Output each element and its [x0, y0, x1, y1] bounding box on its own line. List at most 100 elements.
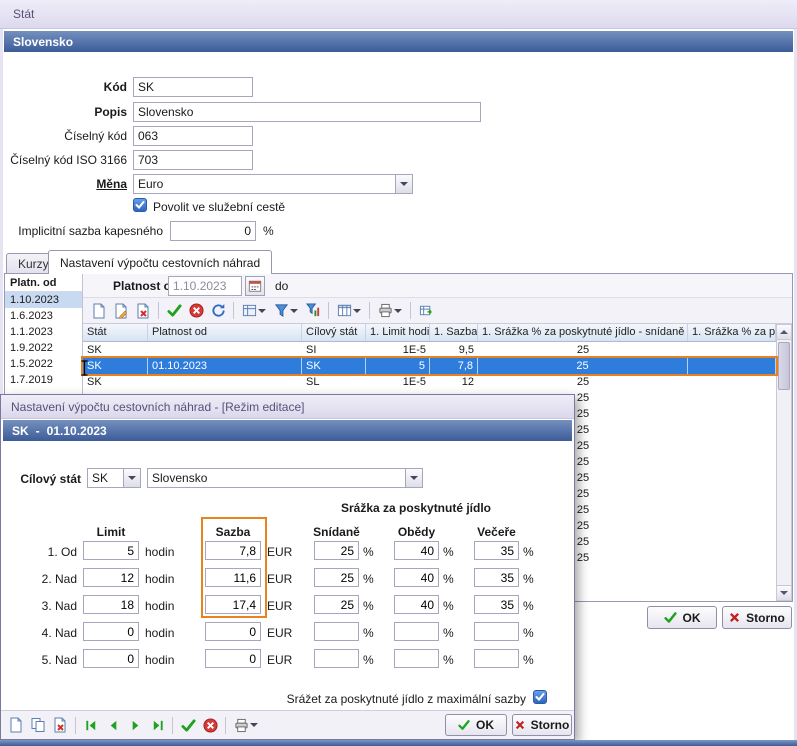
limit-hours-input[interactable]	[83, 595, 139, 614]
kapesne-input[interactable]	[170, 221, 256, 241]
hours-unit: hodin	[145, 599, 174, 613]
cilovy-stat-name-combo[interactable]: Slovensko	[147, 468, 423, 488]
dinner-input[interactable]	[474, 568, 519, 587]
filter-chart-button[interactable]	[302, 300, 324, 322]
lunch-input[interactable]	[394, 568, 439, 587]
nav-prev-button[interactable]	[102, 714, 124, 736]
validity-date-item[interactable]: 1.1.2023	[5, 324, 82, 340]
ciselny-kod-input[interactable]	[133, 126, 253, 146]
scrollbar-thumb[interactable]	[778, 342, 790, 390]
ciselny-kod-iso-input[interactable]	[133, 150, 253, 170]
dinner-input[interactable]	[474, 649, 519, 668]
rate-input[interactable]	[205, 541, 261, 560]
breakfast-input[interactable]	[314, 568, 359, 587]
scrollbar-down-button[interactable]	[777, 585, 791, 600]
dialog-storno-button[interactable]: Storno	[512, 714, 572, 736]
max-rate-checkbox[interactable]	[533, 690, 547, 704]
dinner-input[interactable]	[474, 541, 519, 560]
dialog-titlebar: Nastavení výpočtu cestovních náhrad - [R…	[1, 395, 574, 419]
copy-record-button[interactable]	[27, 714, 49, 736]
cancel-button[interactable]	[185, 300, 207, 322]
rate-input[interactable]	[205, 595, 261, 614]
delete-record-button[interactable]	[49, 714, 71, 736]
tab-nastaveni-label: Nastavení výpočtu cestovních náhrad	[60, 256, 260, 270]
lunch-input[interactable]	[394, 622, 439, 641]
mena-label[interactable]: Měna	[0, 177, 127, 191]
filter-funnel-icon	[274, 303, 289, 318]
percent-unit: %	[523, 599, 534, 613]
limit-hours-input[interactable]	[83, 622, 139, 641]
tab-nastaveni-nahrad[interactable]: Nastavení výpočtu cestovních náhrad	[48, 250, 272, 274]
limit-hours-input[interactable]	[83, 649, 139, 668]
columns-button[interactable]	[333, 300, 365, 322]
edit-record-button[interactable]	[110, 300, 132, 322]
column-header-srazka-2[interactable]: 1. Srážka % za pos	[688, 324, 776, 341]
cilovy-stat-code-combo[interactable]: SK	[87, 468, 141, 488]
cancel-button[interactable]	[199, 714, 221, 736]
new-record-button[interactable]	[5, 714, 27, 736]
currency-unit: EUR	[267, 545, 292, 559]
column-header-cilovy-stat[interactable]: Cílový stát	[302, 324, 366, 341]
mena-dropdown-button[interactable]	[395, 175, 412, 193]
rate-row: 5. Nad hodin EUR % % %	[1, 649, 574, 676]
breakfast-input[interactable]	[314, 622, 359, 641]
popis-input[interactable]	[133, 102, 481, 122]
cell-srazka-2	[688, 486, 776, 502]
scrollbar-up-button[interactable]	[777, 325, 791, 340]
nav-last-button[interactable]	[146, 714, 168, 736]
dinner-input[interactable]	[474, 595, 519, 614]
ibeam-cursor	[80, 360, 89, 376]
cilovy-stat-name-dropdown[interactable]	[405, 469, 422, 487]
delete-record-button[interactable]	[132, 300, 154, 322]
ok-button[interactable]: OK	[647, 606, 717, 629]
refresh-button[interactable]	[207, 300, 229, 322]
breakfast-input[interactable]	[314, 595, 359, 614]
dialog-ok-button[interactable]: OK	[445, 714, 507, 736]
lunch-input[interactable]	[394, 649, 439, 668]
dinner-input[interactable]	[474, 622, 519, 641]
column-header-stat[interactable]: Stát	[83, 324, 148, 341]
storno-button[interactable]: Storno	[722, 606, 792, 629]
print-button[interactable]	[230, 714, 262, 736]
confirm-button[interactable]	[177, 714, 199, 736]
povolit-checkbox[interactable]	[133, 198, 147, 212]
nav-next-button[interactable]	[124, 714, 146, 736]
calendar-button[interactable]	[245, 276, 265, 296]
kod-input[interactable]	[133, 77, 253, 97]
validity-date-item[interactable]: 1.9.2022	[5, 340, 82, 356]
breakfast-input[interactable]	[314, 541, 359, 560]
table-row[interactable]: SK 01.10.2023 SK 5 7,8 25	[83, 358, 776, 374]
limit-hours-input[interactable]	[83, 568, 139, 587]
validity-date-item[interactable]: 1.10.2023	[5, 292, 82, 308]
nav-first-button[interactable]	[80, 714, 102, 736]
rate-input[interactable]	[205, 622, 261, 641]
ok-check-icon	[458, 719, 470, 731]
column-header-srazka-snidane[interactable]: 1. Srážka % za poskytnuté jídlo - snídan…	[478, 324, 688, 341]
limit-hours-input[interactable]	[83, 541, 139, 560]
confirm-button[interactable]	[163, 300, 185, 322]
mena-combo[interactable]: Euro	[133, 174, 413, 194]
grid-scrollbar[interactable]	[776, 324, 792, 601]
rate-input[interactable]	[205, 568, 261, 587]
percent-unit: %	[443, 626, 454, 640]
lunch-input[interactable]	[394, 541, 439, 560]
table-row[interactable]: SK SL 1E-5 12 25	[83, 374, 776, 390]
validity-date-item[interactable]: 1.6.2023	[5, 308, 82, 324]
lunch-input[interactable]	[394, 595, 439, 614]
currency-unit: EUR	[267, 626, 292, 640]
validity-date-item[interactable]: 1.7.2019	[5, 372, 82, 388]
print-button[interactable]	[374, 300, 406, 322]
new-record-button[interactable]	[88, 300, 110, 322]
filter-button[interactable]	[270, 300, 302, 322]
platnost-od-input[interactable]	[168, 276, 242, 296]
validity-date-item[interactable]: 1.5.2022	[5, 356, 82, 372]
view-button[interactable]	[238, 300, 270, 322]
breakfast-input[interactable]	[314, 649, 359, 668]
cilovy-stat-code-dropdown[interactable]	[123, 469, 140, 487]
column-header-limit[interactable]: 1. Limit hodin	[366, 324, 430, 341]
column-header-sazba[interactable]: 1. Sazba	[430, 324, 478, 341]
column-header-platnost-od[interactable]: Platnost od	[148, 324, 302, 341]
export-button[interactable]	[415, 300, 437, 322]
rate-input[interactable]	[205, 649, 261, 668]
table-row[interactable]: SK SI 1E-5 9,5 25	[83, 342, 776, 358]
